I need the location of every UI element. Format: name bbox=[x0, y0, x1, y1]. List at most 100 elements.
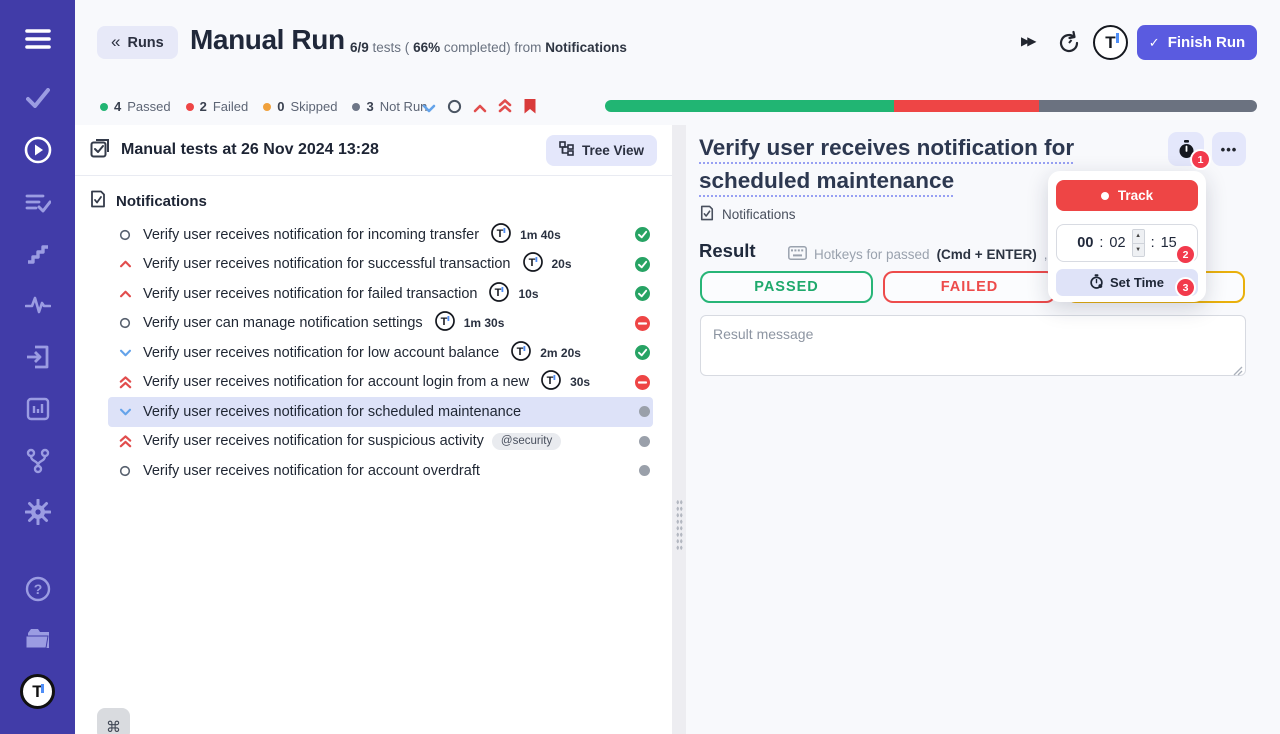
test-row[interactable]: Verify user receives notification for ac… bbox=[108, 456, 653, 486]
run-title: Manual tests at 26 Nov 2024 13:28 bbox=[121, 141, 379, 158]
pulse-icon[interactable] bbox=[0, 296, 75, 314]
breadcrumb[interactable]: Notifications bbox=[700, 205, 796, 224]
seconds-field[interactable]: 15 bbox=[1161, 235, 1177, 251]
gear-icon[interactable] bbox=[0, 499, 75, 525]
menu-icon[interactable] bbox=[0, 28, 75, 50]
branch-icon[interactable] bbox=[0, 448, 75, 474]
app-logo[interactable]: T bbox=[20, 674, 55, 709]
test-title: Verify user can manage notification sett… bbox=[143, 315, 423, 332]
panel-resize-divider[interactable] bbox=[672, 125, 686, 734]
normal-priority-filter-icon[interactable] bbox=[447, 99, 462, 119]
test-title: Verify user receives notification for fa… bbox=[143, 285, 478, 302]
failed-dot bbox=[185, 102, 194, 111]
test-row[interactable]: Verify user can manage notification sett… bbox=[108, 309, 653, 339]
status-not_run-icon bbox=[639, 435, 650, 447]
highest-priority-filter-icon[interactable] bbox=[498, 99, 512, 118]
test-row[interactable]: Verify user receives notification for in… bbox=[108, 220, 653, 250]
high-priority-filter-icon[interactable] bbox=[473, 100, 487, 118]
status-failed-icon bbox=[635, 374, 650, 390]
help-icon[interactable]: ? bbox=[0, 576, 75, 602]
folder-icon[interactable] bbox=[0, 627, 75, 651]
play-circle-icon[interactable] bbox=[0, 136, 75, 164]
test-row[interactable]: Verify user receives notification for lo… bbox=[108, 338, 653, 368]
test-row[interactable]: Verify user receives notification for ac… bbox=[108, 368, 653, 398]
breadcrumb-label: Notifications bbox=[722, 207, 796, 222]
test-logo-icon: T bbox=[489, 281, 510, 306]
more-options-button[interactable]: ••• bbox=[1212, 132, 1246, 166]
notrun-summary: 3 Not Run bbox=[352, 99, 427, 114]
low-priority-filter-icon[interactable] bbox=[422, 100, 436, 118]
status-passed-icon bbox=[635, 345, 650, 361]
result-message-input[interactable] bbox=[700, 315, 1246, 376]
sign-in-icon[interactable] bbox=[0, 344, 75, 370]
tree-icon bbox=[559, 141, 574, 159]
status-passed-icon bbox=[635, 256, 650, 272]
status-summary: 4 Passed 2 Failed 0 Skipped 3 Not Run bbox=[100, 99, 427, 114]
progress-segment-passed bbox=[605, 100, 895, 112]
test-tag: @security bbox=[491, 432, 562, 450]
command-palette-button[interactable]: ⌘ bbox=[97, 708, 130, 734]
drag-handle-icon[interactable] bbox=[675, 498, 683, 551]
bookmark-filter-icon[interactable] bbox=[523, 98, 537, 119]
finish-run-button[interactable]: ✓ Finish Run bbox=[1137, 25, 1257, 60]
keyboard-icon bbox=[788, 246, 807, 263]
hours-field[interactable]: 00 bbox=[1077, 235, 1093, 251]
set-time-button[interactable]: Set Time bbox=[1056, 269, 1198, 296]
test-duration: 1m 40s bbox=[520, 227, 561, 242]
svg-text:T: T bbox=[497, 228, 504, 240]
test-row[interactable]: Verify user receives notification for su… bbox=[108, 250, 653, 280]
step-down-icon[interactable]: ▼ bbox=[1132, 243, 1144, 256]
svg-text:T: T bbox=[547, 375, 554, 387]
test-row[interactable]: Verify user receives notification for su… bbox=[108, 427, 653, 457]
step-badge-1: 1 bbox=[1192, 151, 1209, 168]
check-icon[interactable] bbox=[0, 88, 75, 108]
record-icon bbox=[1100, 191, 1109, 200]
test-duration: 20s bbox=[551, 257, 572, 272]
test-title: Verify user receives notification for ac… bbox=[143, 462, 480, 479]
test-row[interactable]: Verify user receives notification for sc… bbox=[108, 397, 653, 427]
passed-button[interactable]: PASSED bbox=[700, 271, 873, 303]
skipped-dot bbox=[263, 102, 272, 111]
progress-segment-failed bbox=[894, 100, 1040, 112]
svg-text:T: T bbox=[517, 346, 524, 358]
minutes-stepper[interactable]: ▲ ▼ bbox=[1131, 229, 1145, 257]
suite-group-label: Notifications bbox=[116, 192, 207, 210]
test-list-panel: Manual tests at 26 Nov 2024 13:28 Tree V… bbox=[75, 125, 672, 734]
back-to-runs-button[interactable]: « Runs bbox=[97, 26, 178, 59]
resize-handle-icon[interactable] bbox=[1233, 363, 1243, 381]
brand-logo-icon[interactable]: T bbox=[1093, 25, 1128, 60]
list-check-icon[interactable] bbox=[0, 192, 75, 214]
test-duration: 10s bbox=[518, 286, 539, 301]
steps-icon[interactable] bbox=[0, 244, 75, 264]
test-list-header: Manual tests at 26 Nov 2024 13:28 Tree V… bbox=[75, 125, 672, 176]
page-title: Manual Run bbox=[190, 24, 345, 55]
priority-highest-icon bbox=[118, 376, 132, 389]
run-source: Notifications bbox=[545, 40, 627, 55]
priority-normal-icon bbox=[118, 465, 132, 477]
priority-low-icon bbox=[118, 349, 132, 357]
check-icon: ✓ bbox=[1148, 34, 1160, 50]
back-icon: « bbox=[111, 31, 121, 51]
test-duration: 30s bbox=[570, 375, 591, 390]
step-up-icon[interactable]: ▲ bbox=[1132, 230, 1144, 244]
priority-highest-icon bbox=[118, 435, 132, 448]
restart-timer-icon[interactable] bbox=[1058, 30, 1081, 59]
test-row[interactable]: Verify user receives notification for fa… bbox=[108, 279, 653, 309]
app-sidebar: ? T bbox=[0, 0, 75, 734]
priority-high-icon bbox=[118, 260, 132, 268]
back-label: Runs bbox=[127, 34, 164, 51]
suite-group-row[interactable]: Notifications bbox=[75, 176, 672, 220]
svg-text:?: ? bbox=[33, 581, 42, 597]
document-check-icon bbox=[90, 190, 106, 212]
minutes-field[interactable]: 02 bbox=[1109, 235, 1125, 251]
track-button[interactable]: Track bbox=[1056, 180, 1198, 211]
tree-view-button[interactable]: Tree View bbox=[545, 134, 657, 166]
bar-chart-icon[interactable] bbox=[0, 397, 75, 421]
test-logo-icon: T bbox=[434, 311, 455, 335]
priority-filters bbox=[422, 98, 537, 119]
failed-summary: 2 Failed bbox=[185, 99, 248, 114]
step-badge-3: 3 bbox=[1177, 279, 1194, 296]
run-progress-bar bbox=[605, 100, 1257, 112]
fast-forward-icon[interactable]: ▶▶ bbox=[1021, 34, 1037, 48]
failed-button[interactable]: FAILED bbox=[883, 271, 1056, 303]
